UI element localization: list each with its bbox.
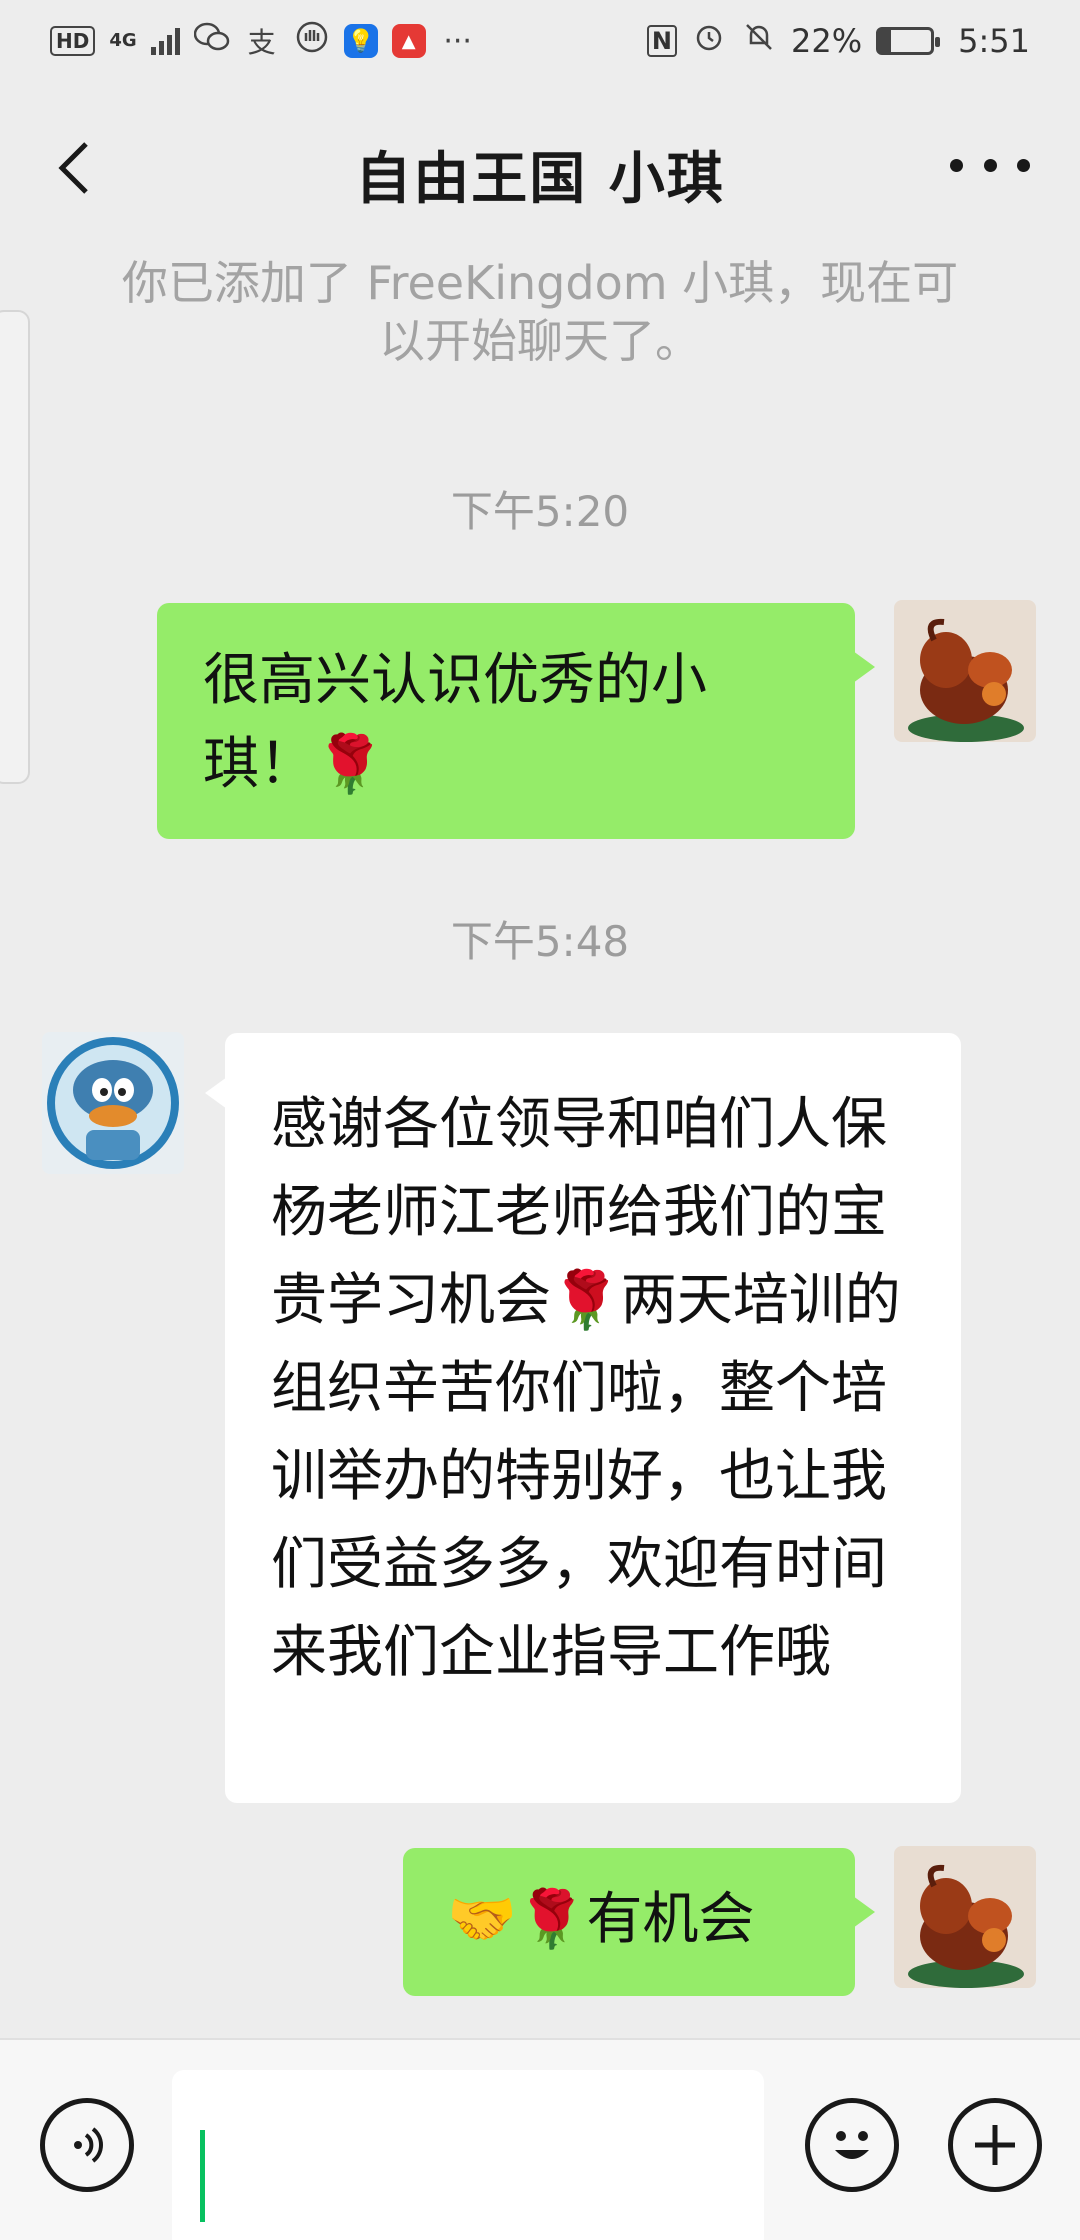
status-left: HD 4G 支 💡 ▲ ··· xyxy=(50,21,476,61)
timestamp: 下午5:20 xyxy=(450,487,630,536)
chat-header: 自由王国 小琪 xyxy=(0,110,1080,230)
wechat-icon xyxy=(193,22,230,60)
emoji-icon[interactable] xyxy=(805,2098,899,2192)
status-bar: HD 4G 支 💡 ▲ ··· N 22% 5:51 xyxy=(0,0,1080,82)
my-avatar[interactable] xyxy=(894,1846,1036,1988)
system-notice: 你已添加了 FreeKingdom 小琪，现在可以开始聊天了。 xyxy=(121,256,959,368)
side-panel-edge xyxy=(0,310,30,784)
plus-icon[interactable] xyxy=(948,2098,1042,2192)
app-bulb-icon: 💡 xyxy=(343,24,378,58)
nfc-icon: N xyxy=(646,25,678,57)
status-right: N 22% 5:51 xyxy=(646,21,1030,61)
hd-badge: HD xyxy=(50,26,96,56)
received-message-bubble[interactable]: 感谢各位领导和咱们人保杨老师江老师给我们的宝贵学习机会🌹两天培训的组织辛苦你们啦… xyxy=(205,1033,961,1803)
hand-icon xyxy=(294,21,330,61)
clock: 5:51 xyxy=(958,22,1030,60)
my-avatar[interactable] xyxy=(894,600,1036,742)
message-input[interactable] xyxy=(172,2070,764,2240)
timestamp: 下午5:48 xyxy=(450,917,630,966)
text-caret xyxy=(200,2130,205,2222)
sent-message-bubble[interactable]: 很高兴认识优秀的小琪！🌹 xyxy=(157,603,875,839)
sent-message-bubble[interactable]: 🤝🌹有机会 xyxy=(403,1848,875,1996)
contact-avatar[interactable] xyxy=(42,1032,184,1174)
alarm-icon xyxy=(691,21,727,61)
more-notifications-icon: ··· xyxy=(443,23,472,59)
input-bar xyxy=(0,2038,1080,2240)
voice-icon[interactable] xyxy=(40,2098,134,2192)
battery-icon xyxy=(876,27,941,55)
signal-icon xyxy=(150,27,180,55)
app-red-icon: ▲ xyxy=(391,24,426,58)
mute-icon xyxy=(741,21,777,61)
chat-title: 自由王国 小琪 xyxy=(355,147,725,212)
network-type: 4G xyxy=(109,30,137,51)
alipay-icon: 支 xyxy=(247,26,276,59)
battery-percent: 22% xyxy=(791,22,863,60)
more-options-icon[interactable] xyxy=(950,140,1030,190)
